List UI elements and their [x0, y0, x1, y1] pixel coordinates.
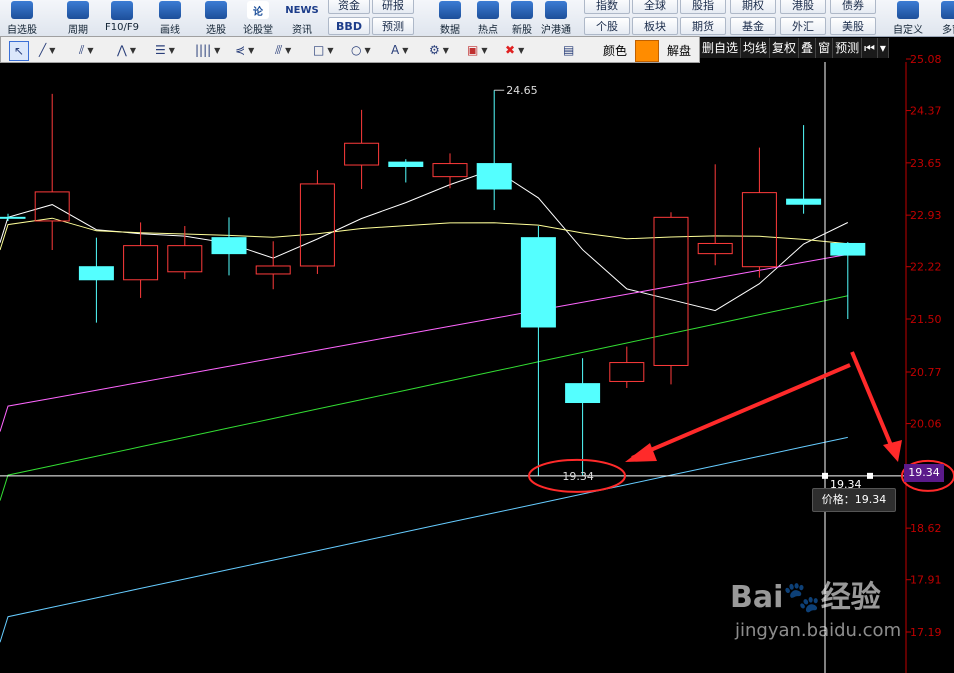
annotations: 24.65 19.34 — [494, 84, 954, 493]
crosshair-marker — [867, 472, 873, 479]
watermark-logo: Bai🐾经验 — [730, 572, 881, 616]
price-axis-label: 17.91 — [910, 574, 942, 587]
ma-line-2 — [0, 253, 848, 432]
ma-line-4 — [0, 436, 848, 643]
arrow-line — [850, 351, 895, 451]
candle-body — [388, 161, 424, 167]
price-axis-label: 21.50 — [910, 313, 942, 326]
price-axis-label: 22.22 — [910, 261, 942, 274]
candle-body — [830, 242, 866, 256]
price-tooltip: 价格：19.34 — [812, 488, 896, 512]
candle-body — [344, 142, 380, 166]
watermark-site: jingyan.baidu.com — [735, 620, 902, 641]
arrow-head — [883, 440, 902, 462]
moving-average-lines — [0, 168, 849, 643]
price-axis-label: 22.93 — [910, 209, 942, 222]
candle-body — [255, 265, 291, 275]
watermark-brand: Bai — [730, 580, 784, 615]
price-axis-label: 18.62 — [910, 522, 942, 535]
candle-body — [565, 383, 601, 404]
current-price-badge: 19.34 — [904, 464, 944, 482]
candle-body — [432, 163, 468, 178]
price-axis-label: 25.08 — [910, 53, 942, 66]
price-axis-label: 17.19 — [910, 626, 942, 639]
candle-body — [741, 192, 777, 268]
paw-icon: 🐾 — [783, 580, 821, 615]
candle-body — [123, 245, 159, 281]
ma-line-0 — [0, 168, 849, 312]
candle-body — [167, 245, 203, 273]
candle-body — [786, 198, 822, 205]
candle-body — [34, 191, 70, 222]
candle-body — [211, 237, 247, 255]
candle-body — [476, 163, 512, 190]
candle-body — [653, 216, 689, 366]
candle-body — [78, 266, 114, 281]
crosshair-marker — [822, 472, 828, 479]
price-axis-label: 23.65 — [910, 157, 942, 170]
candles — [0, 90, 866, 476]
price-axis: 25.08 24.37 23.65 22.93 22.22 21.50 20.77 20.06… — [905, 53, 942, 673]
watermark-brand-cn: 经验 — [820, 580, 881, 615]
candle-body — [299, 183, 335, 267]
low-label: 19.34 — [562, 470, 594, 483]
price-axis-label: 24.37 — [910, 105, 942, 118]
ma-line-3 — [0, 295, 848, 501]
price-axis-label: 20.77 — [910, 366, 942, 379]
candle-body — [697, 242, 733, 255]
candle-body — [609, 362, 645, 382]
price-axis-label: 20.06 — [910, 418, 942, 431]
high-label: 24.65 — [506, 84, 538, 97]
candle-body — [520, 237, 556, 328]
arrow-head — [625, 443, 657, 462]
candle-body — [0, 216, 26, 219]
